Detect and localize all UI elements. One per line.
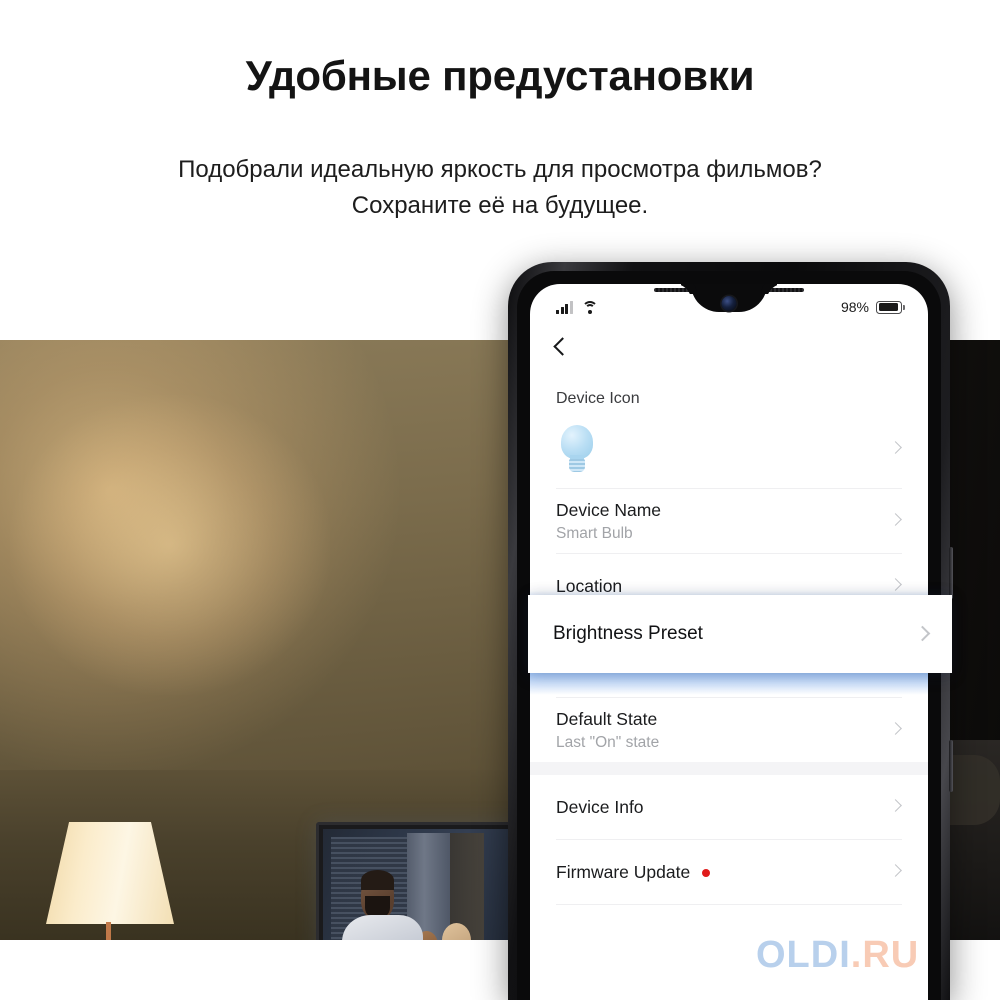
status-bar-left bbox=[556, 300, 598, 314]
page-subtitle: Подобрали идеальную яркость для просмотр… bbox=[178, 156, 822, 219]
brightness-preset-callout[interactable]: Brightness Preset bbox=[528, 595, 952, 673]
row-title: Device Info bbox=[556, 796, 644, 817]
row-device-name[interactable]: Device Name Smart Bulb bbox=[530, 489, 928, 553]
chevron-right-icon bbox=[914, 625, 931, 642]
row-title: Default State bbox=[556, 708, 658, 729]
section-label-device-icon: Device Icon bbox=[556, 390, 640, 407]
tv-scene-man-body bbox=[342, 914, 423, 940]
volume-up-button[interactable] bbox=[949, 547, 953, 599]
battery-icon bbox=[876, 300, 905, 314]
lamp-pole bbox=[106, 922, 111, 940]
chevron-right-icon bbox=[889, 799, 902, 812]
row-title: Device Name bbox=[556, 499, 662, 520]
watermark: OLDI.RU bbox=[756, 934, 919, 977]
chevron-right-icon bbox=[889, 513, 902, 526]
chevron-right-icon bbox=[889, 722, 902, 735]
nav-bar bbox=[530, 330, 928, 374]
row-device-icon[interactable] bbox=[530, 410, 928, 488]
row-separator bbox=[556, 904, 902, 905]
tv-screen bbox=[323, 829, 515, 940]
lamp-glow bbox=[10, 395, 330, 695]
row-title: Location bbox=[556, 575, 623, 596]
back-chevron-icon[interactable] bbox=[553, 337, 572, 356]
chevron-right-icon bbox=[889, 578, 902, 591]
row-subtitle: Last "On" state bbox=[556, 733, 660, 751]
update-available-dot-icon bbox=[702, 868, 711, 877]
row-title-text: Firmware Update bbox=[556, 861, 691, 882]
row-firmware-update[interactable]: Firmware Update bbox=[530, 840, 928, 904]
chevron-right-icon bbox=[889, 864, 902, 877]
list-section-gap bbox=[530, 762, 928, 775]
page-title: Удобные предустановки bbox=[245, 52, 755, 99]
status-bar-right: 98% bbox=[840, 299, 905, 315]
row-device-info[interactable]: Device Info bbox=[530, 775, 928, 839]
chevron-right-icon bbox=[889, 441, 902, 454]
callout-title: Brightness Preset bbox=[553, 623, 703, 644]
watermark-tld: .RU bbox=[850, 934, 920, 976]
signal-bars-icon bbox=[556, 300, 573, 314]
row-default-state[interactable]: Default State Last "On" state bbox=[530, 698, 928, 762]
watermark-brand: OLDI bbox=[756, 934, 851, 976]
battery-percent-label: 98% bbox=[840, 299, 869, 315]
television bbox=[316, 822, 522, 940]
row-subtitle: Smart Bulb bbox=[556, 524, 633, 542]
volume-down-button[interactable] bbox=[949, 740, 953, 792]
front-camera-icon bbox=[721, 296, 737, 311]
tv-scene-man-hair bbox=[361, 869, 395, 891]
row-title: Firmware Update bbox=[556, 861, 711, 883]
light-bulb-icon bbox=[558, 425, 596, 473]
wifi-icon bbox=[581, 300, 598, 314]
